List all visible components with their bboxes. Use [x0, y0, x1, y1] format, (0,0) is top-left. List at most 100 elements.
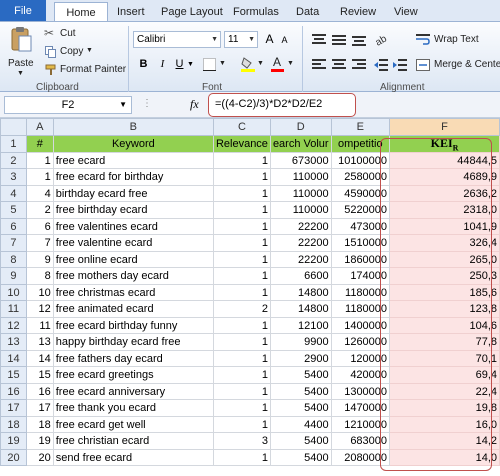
cell-search-volume[interactable]: 110000 — [269, 184, 332, 203]
cell-number[interactable]: 17 — [25, 399, 54, 417]
header-cell-relevance[interactable]: Relevance — [212, 134, 271, 153]
font-size-dropdown[interactable]: 11 ▼ — [224, 31, 258, 48]
italic-button[interactable]: I — [154, 56, 171, 72]
row-header[interactable]: 18 — [0, 415, 27, 434]
cell-keyword[interactable]: free fathers day ecard — [52, 349, 214, 368]
cell-search-volume[interactable]: 14800 — [269, 283, 332, 302]
column-header-d[interactable]: D — [269, 118, 332, 136]
font-color-button[interactable]: A ▼ — [271, 55, 297, 72]
header-cell-number[interactable]: # — [25, 134, 54, 153]
wrap-text-button[interactable]: Wrap Text — [416, 32, 500, 48]
cell-kei[interactable]: 250,3 — [389, 267, 500, 285]
cell-keyword[interactable]: birthday ecard free — [52, 184, 214, 203]
cell-kei[interactable]: 185,6 — [389, 283, 500, 302]
cell-kei[interactable]: 14,2 — [389, 432, 500, 450]
cell-search-volume[interactable]: 9900 — [269, 333, 332, 351]
row-header[interactable]: 20 — [0, 448, 27, 467]
format-painter-button[interactable]: Format Painter — [44, 62, 126, 78]
row-header[interactable]: 19 — [0, 432, 27, 450]
tab-formulas[interactable]: Formulas — [233, 2, 279, 22]
row-header[interactable]: 1 — [0, 134, 27, 153]
decrease-indent-icon[interactable] — [374, 59, 388, 71]
cell-kei[interactable]: 1041,9 — [389, 217, 500, 236]
cell-competition[interactable]: 1400000 — [330, 316, 391, 335]
header-cell-search-volume[interactable]: earch Volur — [269, 134, 332, 153]
cell-search-volume[interactable]: 2900 — [269, 349, 332, 368]
header-cell-competition[interactable]: ompetitio — [330, 134, 391, 153]
cell-number[interactable]: 7 — [25, 234, 54, 252]
cell-number[interactable]: 18 — [25, 415, 54, 434]
paste-button[interactable]: Paste ▼ — [6, 26, 36, 78]
align-bottom-icon[interactable] — [352, 34, 366, 46]
cell-number[interactable]: 15 — [25, 366, 54, 384]
cell-number[interactable]: 1 — [25, 168, 54, 186]
cell-relevance[interactable]: 1 — [212, 399, 271, 417]
cell-relevance[interactable]: 1 — [212, 267, 271, 285]
row-header[interactable]: 7 — [0, 234, 27, 252]
column-header-a[interactable]: A — [25, 118, 54, 136]
cell-kei[interactable]: 2636,2 — [389, 184, 500, 203]
align-right-icon[interactable] — [352, 59, 366, 71]
cell-keyword[interactable]: free online ecard — [52, 250, 214, 269]
align-left-icon[interactable] — [312, 59, 326, 71]
cell-kei[interactable]: 123,8 — [389, 300, 500, 318]
select-all-corner[interactable] — [0, 118, 27, 136]
cell-number[interactable]: 19 — [25, 432, 54, 450]
cell-search-volume[interactable]: 5400 — [269, 382, 332, 401]
cell-number[interactable]: 1 — [25, 151, 54, 170]
cell-keyword[interactable]: free christian ecard — [52, 432, 214, 450]
cell-competition[interactable]: 1180000 — [330, 300, 391, 318]
cell-relevance[interactable]: 1 — [212, 201, 271, 219]
row-header[interactable]: 4 — [0, 184, 27, 203]
insert-function-icon[interactable]: fx — [190, 97, 199, 112]
cell-relevance[interactable]: 1 — [212, 415, 271, 434]
tab-data[interactable]: Data — [296, 2, 319, 22]
column-header-c[interactable]: C — [212, 118, 271, 136]
align-middle-icon[interactable] — [332, 34, 346, 46]
cell-keyword[interactable]: free ecard get well — [52, 415, 214, 434]
cell-number[interactable]: 6 — [25, 217, 54, 236]
cell-relevance[interactable]: 3 — [212, 432, 271, 450]
cell-competition[interactable]: 1860000 — [330, 250, 391, 269]
bold-button[interactable]: B — [135, 56, 152, 72]
cell-relevance[interactable]: 1 — [212, 333, 271, 351]
cell-relevance[interactable]: 1 — [212, 283, 271, 302]
row-header[interactable]: 14 — [0, 349, 27, 368]
cell-competition[interactable]: 420000 — [330, 366, 391, 384]
underline-dropdown[interactable]: ▼ — [186, 57, 195, 73]
cell-number[interactable]: 2 — [25, 201, 54, 219]
cell-kei[interactable]: 69,4 — [389, 366, 500, 384]
row-header[interactable]: 2 — [0, 151, 27, 170]
row-header[interactable]: 11 — [0, 300, 27, 318]
cell-number[interactable]: 16 — [25, 382, 54, 401]
tab-home[interactable]: Home — [54, 2, 108, 22]
cell-keyword[interactable]: happy birthday ecard free — [52, 333, 214, 351]
cell-kei[interactable]: 14,0 — [389, 448, 500, 467]
cell-competition[interactable]: 120000 — [330, 349, 391, 368]
cell-kei[interactable]: 22,4 — [389, 382, 500, 401]
cell-relevance[interactable]: 1 — [212, 151, 271, 170]
cell-keyword[interactable]: free ecard greetings — [52, 366, 214, 384]
cell-number[interactable]: 14 — [25, 349, 54, 368]
cell-kei[interactable]: 77,8 — [389, 333, 500, 351]
cell-kei[interactable]: 265,0 — [389, 250, 500, 269]
cell-search-volume[interactable]: 4400 — [269, 415, 332, 434]
cell-number[interactable]: 8 — [25, 267, 54, 285]
tab-insert[interactable]: Insert — [117, 2, 145, 22]
cell-number[interactable]: 20 — [25, 448, 54, 467]
cell-search-volume[interactable]: 110000 — [269, 168, 332, 186]
cell-number[interactable]: 10 — [25, 283, 54, 302]
row-header[interactable]: 13 — [0, 333, 27, 351]
cell-relevance[interactable]: 1 — [212, 448, 271, 467]
cell-relevance[interactable]: 1 — [212, 250, 271, 269]
cell-competition[interactable]: 1300000 — [330, 382, 391, 401]
cell-search-volume[interactable]: 22200 — [269, 250, 332, 269]
cell-competition[interactable]: 4590000 — [330, 184, 391, 203]
cell-search-volume[interactable]: 673000 — [269, 151, 332, 170]
tab-review[interactable]: Review — [340, 2, 376, 22]
cell-competition[interactable]: 1180000 — [330, 283, 391, 302]
row-header[interactable]: 15 — [0, 366, 27, 384]
cell-competition[interactable]: 5220000 — [330, 201, 391, 219]
cell-kei[interactable]: 16,0 — [389, 415, 500, 434]
formula-input[interactable]: =((4-C2)/3)*D2*D2/E2 — [208, 93, 356, 117]
